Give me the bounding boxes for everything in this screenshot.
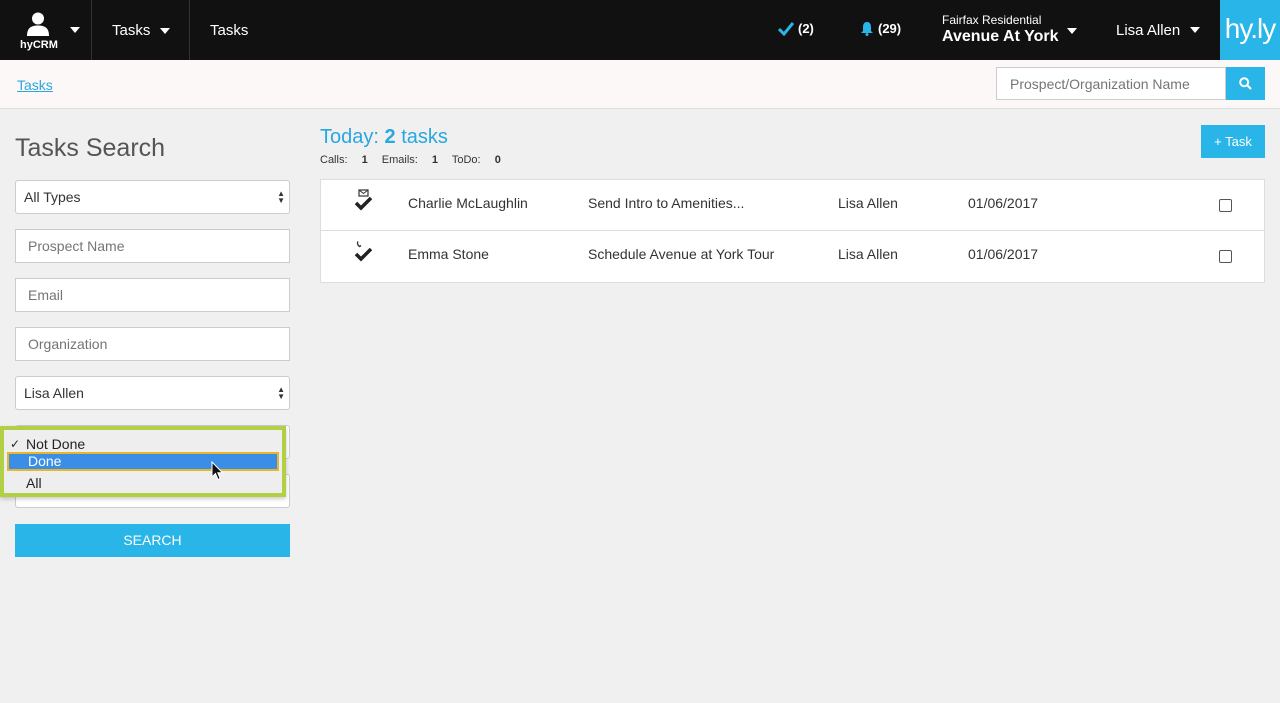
phone-check-icon: [354, 241, 373, 262]
task-type-select[interactable]: All Types ▲ ▼: [15, 180, 290, 214]
today-count: 2: [384, 126, 396, 148]
email-check-icon: [354, 189, 373, 211]
chevron-down-icon: [1190, 27, 1201, 33]
bell-icon: [861, 22, 873, 36]
brand-label: hyCRM: [20, 39, 58, 51]
status-dropdown-list: ✓ Not Done Done All: [0, 426, 286, 497]
sidebar-title: Tasks Search: [15, 134, 166, 162]
property-name: Avenue At York: [942, 28, 1059, 45]
todo-count: ToDo: 0: [451, 154, 501, 166]
chevron-down-icon: [1067, 28, 1077, 34]
organization-input[interactable]: [15, 327, 290, 361]
task-assignee: Lisa Allen: [838, 195, 898, 211]
notifications-indicator[interactable]: (29): [860, 21, 901, 36]
add-task-button[interactable]: + Task: [1201, 125, 1265, 158]
today-summary: Today: 2 tasks: [320, 126, 448, 149]
status-option-all[interactable]: All: [7, 474, 279, 493]
chevron-down-icon: [70, 27, 80, 33]
status-option-done[interactable]: Done: [7, 452, 279, 471]
user-icon: [27, 12, 49, 36]
completed-tasks-indicator[interactable]: (2): [777, 21, 814, 37]
prospect-organization-search-input[interactable]: [996, 67, 1226, 100]
user-menu[interactable]: Lisa Allen: [1116, 22, 1201, 39]
assignee-value: Lisa Allen: [24, 385, 84, 401]
nav-tasks-menu-label: Tasks: [112, 22, 151, 39]
task-list: Charlie McLaughlin Send Intro to Ameniti…: [320, 179, 1265, 283]
user-name: Lisa Allen: [1116, 22, 1181, 39]
prospect-name-input[interactable]: [15, 229, 290, 263]
select-arrows-icon: ▲ ▼: [277, 189, 285, 205]
task-subject[interactable]: Send Intro to Amenities...: [588, 195, 744, 211]
top-navbar: hyCRM Tasks Tasks (2) (29) Fairfax Resid…: [0, 0, 1280, 60]
search-button[interactable]: SEARCH: [15, 524, 290, 557]
table-row[interactable]: Charlie McLaughlin Send Intro to Ameniti…: [321, 180, 1264, 231]
check-icon: [777, 22, 795, 37]
task-type-value: All Types: [24, 189, 81, 205]
tasks-main: Today: 2 tasks Calls: 1 Emails: 1 ToDo: …: [305, 110, 1280, 703]
status-option-label: Not Done: [26, 436, 86, 452]
task-complete-checkbox[interactable]: [1219, 199, 1232, 212]
notifications-count: (29): [878, 21, 902, 36]
task-date: 01/06/2017: [968, 246, 1039, 262]
calls-count: Calls: 1: [320, 154, 368, 166]
property-selector[interactable]: Fairfax Residential Avenue At York: [942, 13, 1077, 46]
assignee-select[interactable]: Lisa Allen ▲ ▼: [15, 376, 290, 410]
table-row[interactable]: Emma Stone Schedule Avenue at York Tour …: [321, 231, 1264, 282]
breadcrumb-bar: Tasks: [0, 60, 1280, 109]
property-company: Fairfax Residential: [942, 13, 1042, 27]
chevron-down-icon: [160, 28, 170, 34]
today-prefix: Today:: [320, 126, 379, 148]
nav-tasks-menu[interactable]: Tasks: [92, 0, 190, 60]
email-input[interactable]: [15, 278, 290, 312]
breadcrumb-tasks-link[interactable]: Tasks: [17, 77, 53, 93]
task-prospect[interactable]: Emma Stone: [408, 246, 489, 262]
task-type-counts: Calls: 1 Emails: 1 ToDo: 0: [320, 154, 512, 166]
emails-count: Emails: 1: [381, 154, 439, 166]
checks-count: (2): [798, 21, 814, 36]
task-prospect[interactable]: Charlie McLaughlin: [408, 195, 528, 211]
tasks-search-sidebar: Tasks Search All Types ▲▼ Lisa Allen ▲▼ …: [0, 110, 305, 703]
task-date: 01/06/2017: [968, 195, 1039, 211]
status-option-label: Done: [28, 453, 62, 469]
search-icon: [1239, 77, 1252, 90]
select-arrows-icon: ▲ ▼: [277, 385, 285, 401]
brand-menu[interactable]: hyCRM: [0, 0, 92, 60]
mouse-cursor-icon: [211, 461, 224, 481]
nav-tasks-link[interactable]: Tasks: [210, 22, 248, 39]
header-search-button[interactable]: [1226, 67, 1265, 100]
task-subject[interactable]: Schedule Avenue at York Tour: [588, 246, 774, 262]
task-assignee: Lisa Allen: [838, 246, 898, 262]
today-suffix: tasks: [401, 126, 448, 148]
task-complete-checkbox[interactable]: [1219, 250, 1232, 263]
hyly-logo: hy.ly: [1220, 0, 1280, 60]
status-option-label: All: [26, 475, 42, 491]
